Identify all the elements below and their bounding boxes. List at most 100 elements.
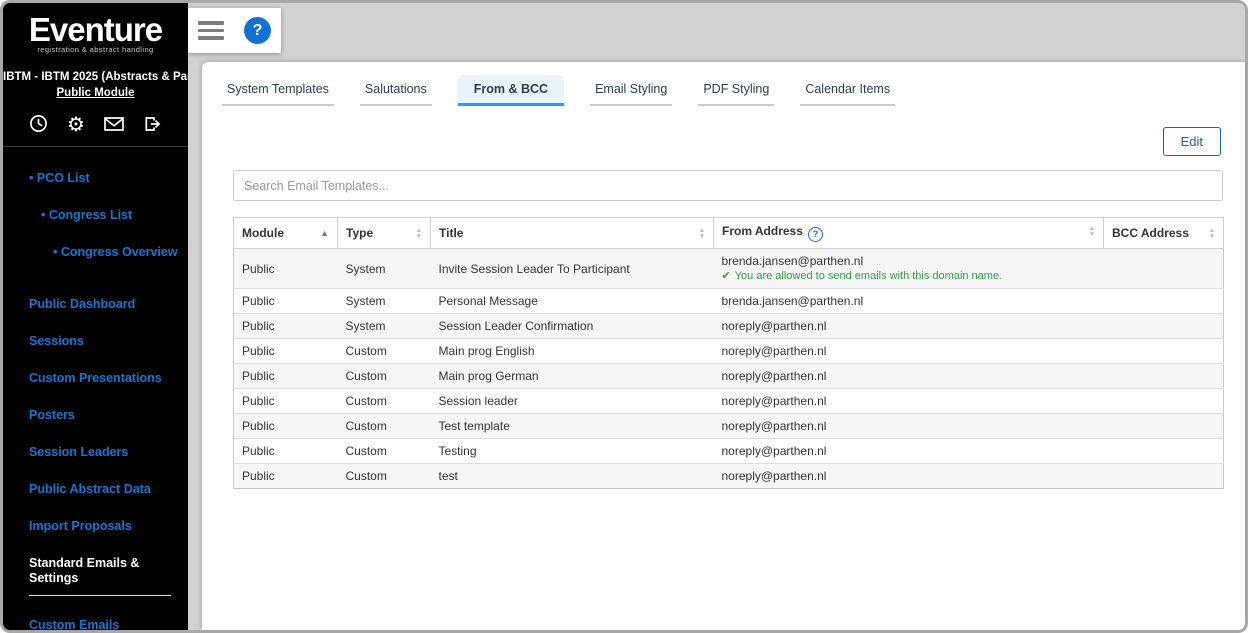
tab-from-bcc[interactable]: From & BCC: [457, 75, 565, 106]
logo[interactable]: Eventure registration & abstract handlin…: [3, 3, 188, 55]
tab-pdf-styling[interactable]: PDF Styling: [698, 75, 775, 106]
cell-bcc: [1103, 313, 1224, 339]
table-row[interactable]: Public Custom Testing noreply@parthen.nl: [233, 438, 1224, 464]
sidebar-item-public-abstract-data[interactable]: Public Abstract Data: [3, 482, 188, 497]
sidebar-item-congress-overview[interactable]: • Congress Overview: [3, 245, 188, 260]
table-row[interactable]: Public Custom Main prog German noreply@part…: [233, 363, 1224, 389]
cell-title: Testing: [430, 438, 714, 464]
cell-type: Custom: [337, 388, 431, 414]
from-address: noreply@parthen.nl: [721, 369, 827, 383]
column-label: From Address: [722, 224, 803, 238]
cell-module: Public: [233, 313, 338, 339]
cell-type: Custom: [337, 413, 431, 439]
sidebar-item-label: Sessions: [29, 334, 84, 348]
sidebar-item-sessions[interactable]: Sessions: [3, 334, 188, 349]
cell-type: System: [337, 313, 431, 339]
sort-icon: ▲ ▼: [698, 227, 705, 240]
column-header-from-address[interactable]: From Address? ▲ ▼: [713, 217, 1104, 249]
signout-icon[interactable]: [143, 115, 162, 133]
question-circle-icon[interactable]: ?: [807, 227, 823, 242]
table-row[interactable]: Public Custom Test template noreply@parthen…: [233, 413, 1224, 439]
workspace: ? System Templates Salutations From & BCC E…: [188, 3, 1245, 630]
cell-from: noreply@parthen.nl: [713, 363, 1104, 389]
search-bar: [233, 170, 1223, 201]
check-icon: ✔: [721, 270, 731, 282]
sidebar-nav: • PCO List • Congress List • Congress Over…: [3, 147, 188, 630]
table-row[interactable]: Public Custom Main prog English noreply@par…: [233, 338, 1224, 364]
cell-bcc: [1103, 288, 1224, 314]
sidebar-item-standard-emails-settings[interactable]: Standard Emails & Settings: [3, 556, 188, 596]
cell-title: test: [430, 463, 714, 489]
public-module-link[interactable]: Public Module: [3, 87, 188, 99]
cell-type: Custom: [337, 438, 431, 464]
sidebar-item-custom-emails[interactable]: Custom Emails: [3, 618, 188, 630]
cell-from: noreply@parthen.nl: [713, 313, 1104, 339]
table-row[interactable]: Public Custom test noreply@parthen.nl: [233, 463, 1224, 489]
sidebar-item-label: Congress Overview: [60, 245, 178, 259]
tab-system-templates[interactable]: System Templates: [222, 75, 334, 106]
content-panel: System Templates Salutations From & BCC Ema…: [202, 62, 1245, 630]
cell-from: noreply@parthen.nl: [713, 388, 1104, 414]
clock-icon[interactable]: [29, 114, 48, 133]
tab-calendar-items[interactable]: Calendar Items: [800, 75, 896, 106]
table-header-row: Module ▲ Type ▲ ▼ Title ▲ ▼ From Address? ▲ ▼ BCC A…: [233, 217, 1224, 249]
cell-bcc: [1103, 363, 1224, 389]
sidebar-item-label: Custom Presentations: [29, 371, 162, 385]
from-address: noreply@parthen.nl: [721, 344, 827, 358]
topbar: ?: [188, 8, 281, 53]
cell-type: Custom: [337, 463, 431, 489]
cell-from: brenda.jansen@parthen.nl: [713, 288, 1104, 314]
domain-allowed-note: ✔ You are allowed to send emails with thi…: [721, 270, 1003, 282]
tab-email-styling[interactable]: Email Styling: [590, 75, 673, 106]
sidebar-item-posters[interactable]: Posters: [3, 408, 188, 423]
event-title: IBTM - IBTM 2025 (Abstracts & Par...: [3, 71, 188, 83]
logo-title: Eventure: [28, 11, 163, 48]
from-address: noreply@parthen.nl: [721, 394, 827, 408]
sort-ascending-icon: ▲: [320, 228, 329, 238]
cell-module: Public: [233, 388, 338, 414]
gear-icon[interactable]: ⚙: [67, 114, 85, 134]
table-row[interactable]: Public System Session Leader Confirmation n…: [233, 313, 1224, 339]
search-input[interactable]: [233, 170, 1223, 201]
sidebar-item-session-leaders[interactable]: Session Leaders: [3, 445, 188, 460]
sidebar: Eventure registration & abstract handlin…: [3, 3, 188, 630]
table-row[interactable]: Public Custom Session leader noreply@parthe…: [233, 388, 1224, 414]
sidebar-item-import-proposals[interactable]: Import Proposals: [3, 519, 188, 534]
cell-bcc: [1103, 463, 1224, 489]
table-row[interactable]: Public System Personal Message brenda.janse…: [233, 288, 1224, 314]
cell-title: Session Leader Confirmation: [430, 313, 714, 339]
help-icon[interactable]: ?: [244, 17, 271, 44]
column-label: Type: [346, 226, 374, 240]
cell-type: System: [337, 288, 431, 314]
sidebar-item-label: Public Abstract Data: [29, 482, 151, 496]
sort-icon: ▲ ▼: [1208, 227, 1215, 240]
from-address: noreply@parthen.nl: [721, 419, 827, 433]
tab-salutations[interactable]: Salutations: [359, 75, 432, 106]
column-header-bcc-address[interactable]: BCC Address ▲ ▼: [1103, 217, 1224, 249]
sidebar-item-pco-list[interactable]: • PCO List: [3, 171, 188, 186]
menu-icon[interactable]: [198, 21, 224, 40]
sidebar-item-label: PCO List: [36, 171, 90, 185]
sidebar-item-label: Public Dashboard: [29, 297, 136, 311]
from-address: brenda.jansen@parthen.nl: [721, 254, 864, 268]
sidebar-item-public-dashboard[interactable]: Public Dashboard: [3, 297, 188, 312]
column-header-module[interactable]: Module ▲: [233, 217, 338, 249]
sidebar-item-label: Posters: [29, 408, 75, 422]
column-label: Title: [439, 226, 464, 240]
column-header-title[interactable]: Title ▲ ▼: [430, 217, 714, 249]
edit-button[interactable]: Edit: [1162, 127, 1221, 156]
sidebar-icon-row: ⚙: [3, 99, 188, 146]
sidebar-item-congress-list[interactable]: • Congress List: [3, 208, 188, 223]
sort-icon: ▲ ▼: [1088, 225, 1095, 238]
cell-title: Personal Message: [430, 288, 714, 314]
cell-bcc: [1103, 248, 1224, 289]
cell-title: Main prog English: [430, 338, 714, 364]
from-address: brenda.jansen@parthen.nl: [721, 294, 864, 308]
column-header-type[interactable]: Type ▲ ▼: [337, 217, 431, 249]
sidebar-item-custom-presentations[interactable]: Custom Presentations: [3, 371, 188, 386]
table-row[interactable]: Public System Invite Session Leader To Par…: [233, 248, 1224, 289]
cell-type: System: [337, 248, 431, 289]
column-label: Module: [242, 226, 284, 240]
mail-icon[interactable]: [104, 116, 124, 132]
email-templates-table: Module ▲ Type ▲ ▼ Title ▲ ▼ From Address? ▲ ▼ BCC A…: [233, 217, 1224, 489]
